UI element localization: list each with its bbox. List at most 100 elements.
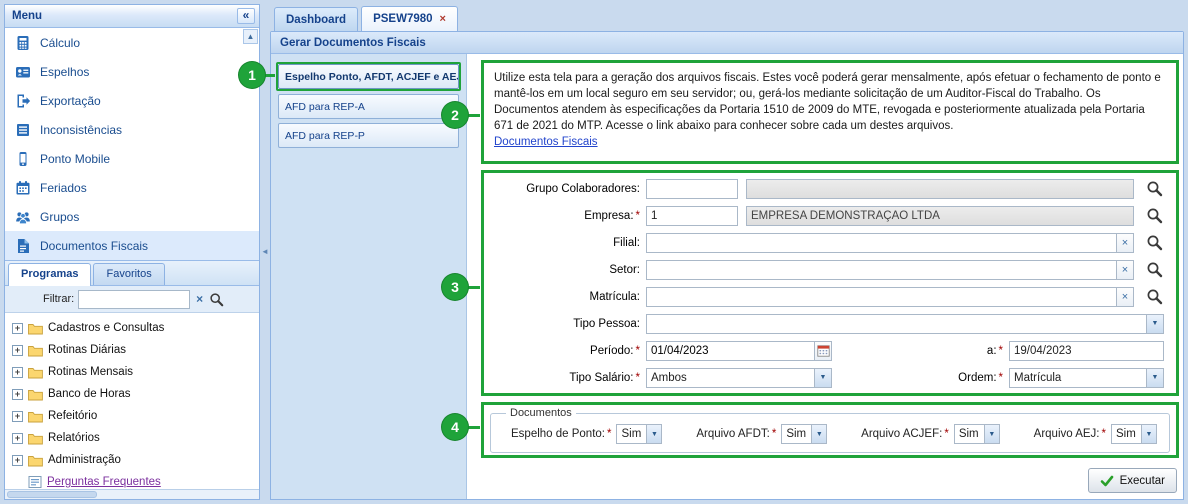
main-tabstrip: Dashboard PSEW7980 × — [270, 4, 1184, 31]
filial-input[interactable] — [647, 234, 1116, 252]
filter-label: Filtrar: — [43, 293, 74, 305]
tipo-salario-combo[interactable]: Ambos ▼ — [646, 368, 832, 388]
periodo-date-field[interactable] — [646, 341, 832, 361]
clear-filter-icon[interactable]: × — [194, 292, 205, 306]
empresa-input[interactable] — [646, 206, 738, 226]
executar-button[interactable]: Executar — [1088, 468, 1177, 493]
expand-icon[interactable]: + — [12, 411, 23, 422]
form-row-tipo-salario: Tipo Salário:* Ambos ▼ Ordem:* Matrícula… — [488, 364, 1164, 391]
empresa-label: Empresa:* — [488, 210, 646, 222]
periodo-ate-input[interactable] — [1009, 341, 1164, 361]
tree-item[interactable]: + Refeitório — [7, 405, 257, 427]
tree-item[interactable]: + Cadastros e Consultas — [7, 317, 257, 339]
tree-item-perguntas-frequentes[interactable]: Perguntas Frequentes — [7, 471, 257, 489]
chevron-down-icon[interactable]: ▼ — [984, 425, 999, 443]
sidebar-item-label: Espelhos — [40, 65, 89, 79]
tree-item-label[interactable]: Cadastros e Consultas — [48, 322, 164, 334]
tree-item-label[interactable]: Refeitório — [48, 410, 97, 422]
arquivo-afdt-select[interactable]: Sim▼ — [781, 424, 827, 444]
expand-icon[interactable]: + — [12, 455, 23, 466]
expand-icon[interactable]: + — [12, 323, 23, 334]
id-card-icon — [15, 64, 31, 80]
document-icon — [15, 238, 31, 254]
arquivo-acjef-select[interactable]: Sim▼ — [954, 424, 1000, 444]
expand-icon[interactable]: + — [12, 345, 23, 356]
faq-icon — [28, 475, 42, 489]
close-tab-icon[interactable]: × — [440, 14, 446, 24]
sidebar-item-exportacao[interactable]: Exportação — [5, 86, 259, 115]
sidebar-menu: Cálculo Espelhos Exportação Inconsistênc… — [5, 28, 259, 260]
tipo-pessoa-combo[interactable]: ▼ — [646, 314, 1164, 334]
annotation-circle-3: 3 — [442, 274, 468, 300]
filial-search-icon[interactable] — [1144, 234, 1164, 251]
sidebar-collapse-icon[interactable]: « — [237, 8, 255, 24]
setor-input[interactable] — [647, 261, 1116, 279]
folder-icon — [28, 322, 43, 335]
tree-item-label[interactable]: Banco de Horas — [48, 388, 130, 400]
matricula-search-icon[interactable] — [1144, 288, 1164, 305]
setor-search-icon[interactable] — [1144, 261, 1164, 278]
nav-afd-rep-a[interactable]: AFD para REP-A — [278, 94, 459, 119]
folder-icon — [28, 366, 43, 379]
espelho-de-ponto-select[interactable]: Sim▼ — [616, 424, 662, 444]
tree-item[interactable]: + Rotinas Diárias — [7, 339, 257, 361]
empresa-search-icon[interactable] — [1144, 207, 1164, 224]
tab-dashboard[interactable]: Dashboard — [274, 7, 358, 31]
form-row-filial: Filial: × — [488, 229, 1164, 256]
tree-item[interactable]: + Administração — [7, 449, 257, 471]
search-icon[interactable] — [209, 292, 224, 307]
filter-form: Grupo Colaboradores: Empresa:* — [481, 170, 1179, 396]
grupo-colaboradores-input[interactable] — [646, 179, 738, 199]
chevron-down-icon[interactable]: ▼ — [1141, 425, 1156, 443]
tree-item-label[interactable]: Administração — [48, 454, 121, 466]
arquivo-afdt-label: Arquivo AFDT:* — [696, 428, 776, 440]
sidebar-item-grupos[interactable]: Grupos — [5, 202, 259, 231]
fiscal-nav-panel: Espelho Ponto, AFDT, ACJEF e AEJ AFD par… — [271, 54, 467, 499]
tree-item[interactable]: + Relatórios — [7, 427, 257, 449]
form-row-grupo: Grupo Colaboradores: — [488, 175, 1164, 202]
faq-link[interactable]: Perguntas Frequentes — [47, 476, 161, 488]
calendar-picker-icon[interactable] — [814, 342, 831, 360]
grupo-search-icon[interactable] — [1144, 180, 1164, 197]
chevron-down-icon[interactable]: ▼ — [811, 425, 826, 443]
sidebar-item-espelhos[interactable]: Espelhos — [5, 57, 259, 86]
filter-input[interactable] — [78, 290, 190, 309]
setor-clear-icon[interactable]: × — [1116, 261, 1133, 279]
nav-afd-rep-p[interactable]: AFD para REP-P — [278, 123, 459, 148]
tree-item[interactable]: + Banco de Horas — [7, 383, 257, 405]
tab-programas[interactable]: Programas — [8, 263, 91, 286]
expand-icon[interactable]: + — [12, 367, 23, 378]
sidebar-item-feriados[interactable]: Feriados — [5, 173, 259, 202]
sidebar-item-calculo[interactable]: Cálculo — [5, 28, 259, 57]
scrollbar-thumb[interactable] — [7, 491, 97, 498]
tab-favoritos[interactable]: Favoritos — [93, 263, 164, 285]
chevron-down-icon[interactable]: ▼ — [1146, 315, 1163, 333]
documentos-fiscais-link[interactable]: Documentos Fiscais — [494, 136, 598, 148]
empresa-name-field — [746, 206, 1134, 226]
horizontal-scrollbar[interactable] — [5, 489, 259, 499]
nav-espelho-ponto-afdt-acjef-aej[interactable]: Espelho Ponto, AFDT, ACJEF e AEJ — [278, 64, 459, 89]
scroll-up-icon[interactable]: ▲ — [243, 29, 258, 44]
arquivo-aej-select[interactable]: Sim▼ — [1111, 424, 1157, 444]
expand-icon[interactable]: + — [12, 389, 23, 400]
chevron-down-icon[interactable]: ▼ — [814, 369, 831, 387]
folder-icon — [28, 410, 43, 423]
splitter-collapse-icon[interactable]: ◄ — [261, 248, 269, 256]
chevron-down-icon[interactable]: ▼ — [646, 425, 661, 443]
matricula-clear-icon[interactable]: × — [1116, 288, 1133, 306]
tree-item-label[interactable]: Rotinas Diárias — [48, 344, 126, 356]
info-box: Utilize esta tela para a geração dos arq… — [481, 60, 1179, 164]
ordem-combo[interactable]: Matrícula ▼ — [1009, 368, 1164, 388]
tree-item-label[interactable]: Rotinas Mensais — [48, 366, 133, 378]
list-icon — [15, 122, 31, 138]
tab-psew7980[interactable]: PSEW7980 × — [361, 6, 458, 31]
sidebar-item-inconsistencias[interactable]: Inconsistências — [5, 115, 259, 144]
expand-icon[interactable]: + — [12, 433, 23, 444]
tree-item[interactable]: + Rotinas Mensais — [7, 361, 257, 383]
sidebar-item-ponto-mobile[interactable]: Ponto Mobile — [5, 144, 259, 173]
chevron-down-icon[interactable]: ▼ — [1146, 369, 1163, 387]
filial-clear-icon[interactable]: × — [1116, 234, 1133, 252]
matricula-input[interactable] — [647, 288, 1116, 306]
sidebar-item-documentos-fiscais[interactable]: Documentos Fiscais — [5, 231, 259, 260]
tree-item-label[interactable]: Relatórios — [48, 432, 100, 444]
